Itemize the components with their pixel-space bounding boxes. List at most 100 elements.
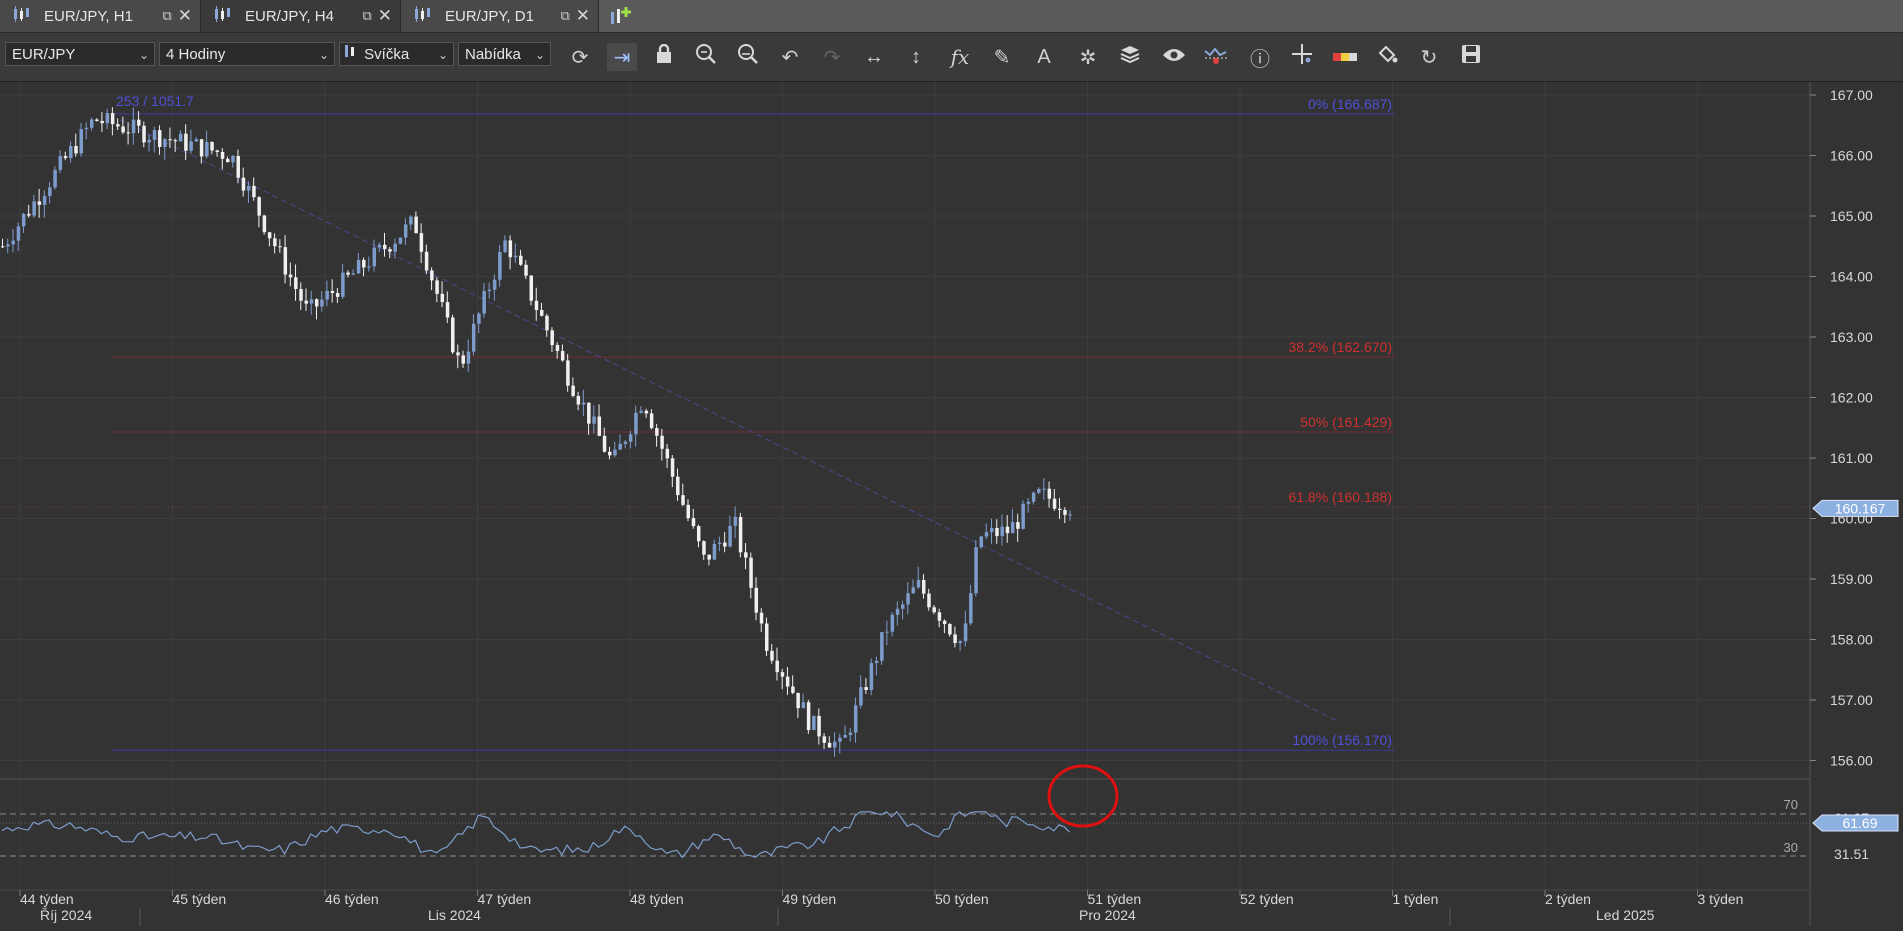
candle-body	[53, 169, 57, 188]
week-label: 3 týden	[1698, 891, 1744, 907]
candle-body	[785, 676, 790, 687]
candle-body	[534, 300, 539, 310]
color-theme-button[interactable]	[1330, 43, 1360, 71]
candle-body	[859, 687, 863, 706]
chart-area[interactable]: 253 / 1051.7 0% (166.687) 38.2% (162.670…	[0, 82, 1903, 926]
time-axis[interactable]: 44 týden 45 týden 46 týden 47 týden 48 týden…	[0, 889, 1810, 926]
chart-canvas[interactable]: 253 / 1051.7 0% (166.687) 38.2% (162.670…	[0, 82, 1903, 926]
candle-body	[205, 141, 209, 157]
pattern-tool-button[interactable]: ✲	[1073, 43, 1103, 71]
price-axis[interactable]: 167.00 166.00 165.00 164.00 163.00 162.00 161.…	[1810, 87, 1873, 769]
candle-body	[833, 741, 837, 748]
layers-button[interactable]	[1115, 43, 1145, 71]
shift-chart-button[interactable]: ⇥	[607, 43, 637, 71]
candle-body	[189, 141, 193, 151]
candle-body	[560, 350, 565, 361]
tab-eurjpy-h1[interactable]: EUR/JPY, H1 ⧉ ✕	[0, 0, 201, 32]
candle-body	[686, 504, 691, 519]
candle-body	[791, 686, 795, 693]
candlestick-icon	[213, 6, 231, 26]
candle-body	[241, 177, 246, 191]
candle-body	[215, 150, 220, 152]
candle-body	[498, 252, 502, 280]
timeframe-select[interactable]: 4 Hodiny ⌄	[159, 42, 335, 66]
fib-label-61: 61.8% (160.188)	[1288, 489, 1392, 505]
fit-chart-button[interactable]: ↻	[1414, 43, 1444, 71]
candle-body	[367, 266, 371, 268]
candle-body	[362, 259, 366, 268]
candle-body	[587, 402, 591, 424]
popout-icon[interactable]: ⧉	[362, 8, 371, 24]
popout-icon[interactable]: ⧉	[162, 8, 171, 24]
candle-body	[372, 247, 377, 267]
candle-body	[131, 119, 136, 134]
lock-icon	[655, 43, 673, 70]
candle-body	[1047, 488, 1052, 499]
candle-body	[325, 290, 329, 300]
candle-body	[95, 119, 99, 121]
candle-body	[927, 593, 931, 608]
close-icon[interactable]: ✕	[576, 6, 590, 26]
candle-body	[932, 607, 936, 613]
annotation-circle[interactable]	[1047, 764, 1119, 828]
close-icon[interactable]: ✕	[178, 6, 192, 26]
candle-body	[314, 299, 319, 307]
candle-body	[393, 243, 397, 252]
close-icon[interactable]: ✕	[378, 6, 392, 26]
tab-eurjpy-h4[interactable]: EUR/JPY, H4 ⧉ ✕	[201, 0, 401, 32]
price-side-value: Nabídka	[465, 46, 521, 63]
candle-body	[754, 587, 759, 613]
fibonacci-retracement[interactable]: 253 / 1051.7 0% (166.687) 38.2% (162.670…	[0, 93, 1810, 751]
week-label: 49 týden	[783, 891, 837, 907]
price-tick-label: 158.00	[1830, 632, 1873, 648]
undo-button[interactable]: ↶	[775, 43, 805, 71]
price-tick-label: 166.00	[1830, 148, 1873, 164]
alerts-icon	[1204, 43, 1228, 71]
week-label: 48 týden	[630, 891, 684, 907]
zoom-out-button[interactable]	[733, 43, 763, 71]
chevron-down-icon: ⌄	[318, 48, 329, 62]
add-chart-icon[interactable]	[608, 4, 632, 33]
candle-body	[717, 542, 722, 544]
visibility-button[interactable]	[1159, 43, 1189, 71]
lock-button[interactable]	[649, 43, 679, 71]
tab-eurjpy-d1[interactable]: EUR/JPY, D1 ⧉ ✕	[401, 0, 599, 32]
month-label: Pro 2024	[1079, 907, 1136, 923]
fit-horizontal-button[interactable]: ↔	[859, 43, 889, 71]
rsi-panel[interactable]: 70 30 61.07 31.51 61.69	[0, 797, 1899, 862]
candle-body	[309, 299, 314, 304]
candle-body	[430, 270, 434, 281]
info-button[interactable]: ⓘ	[1245, 43, 1275, 71]
candle-body	[58, 156, 63, 170]
price-side-select[interactable]: Nabídka ⌄	[458, 42, 551, 66]
paint-bucket-icon	[1376, 43, 1398, 71]
color-theme-icon	[1333, 46, 1357, 69]
candle-body	[602, 435, 607, 452]
crosshair-button[interactable]	[1287, 43, 1317, 71]
alerts-button[interactable]	[1201, 43, 1231, 71]
popout-icon[interactable]: ⧉	[560, 8, 569, 24]
draw-button[interactable]: ✎	[987, 43, 1017, 71]
candle-body	[37, 201, 42, 205]
refresh-button[interactable]: ⟳	[565, 43, 595, 71]
fib-trend-line[interactable]	[119, 119, 1341, 723]
redo-button[interactable]: ↷	[817, 43, 847, 71]
fit-vertical-button[interactable]: ↕	[901, 43, 931, 71]
candle-body	[163, 139, 167, 147]
chevron-down-icon: ⌄	[437, 48, 448, 62]
rsi-label-30: 30	[1784, 840, 1798, 855]
save-button[interactable]	[1456, 43, 1486, 71]
candle-body	[634, 412, 638, 435]
indicators-button[interactable]: fx	[945, 43, 975, 71]
candle-body	[294, 277, 298, 290]
paint-bucket-button[interactable]	[1372, 43, 1402, 71]
chart-type-select[interactable]: Svíčka ⌄	[339, 42, 454, 66]
symbol-select[interactable]: EUR/JPY ⌄	[5, 42, 155, 66]
text-tool-button[interactable]: A	[1029, 43, 1059, 71]
zoom-in-button[interactable]	[691, 43, 721, 71]
candle-body	[477, 313, 481, 324]
candle-body	[157, 130, 162, 147]
candle-body	[424, 251, 429, 271]
candle-body	[576, 395, 581, 405]
candle-body	[581, 402, 586, 405]
